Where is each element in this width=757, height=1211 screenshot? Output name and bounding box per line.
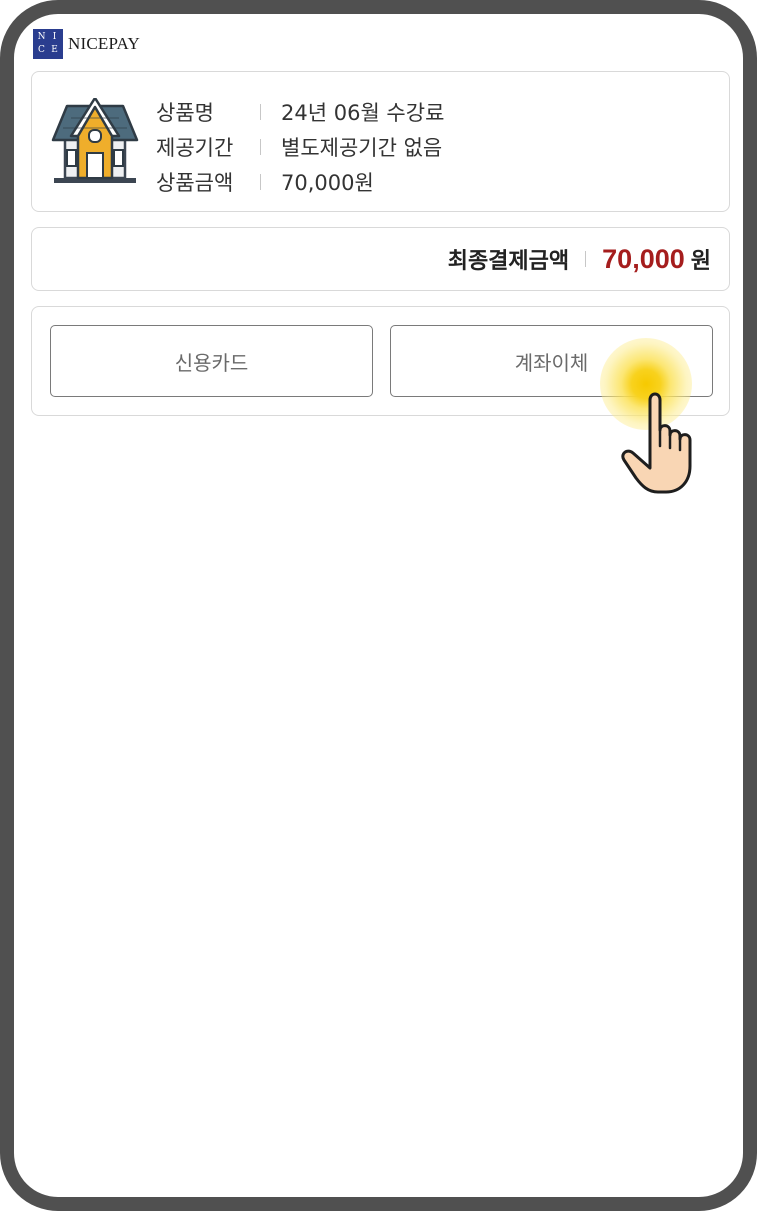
final-amount-unit: 원 <box>690 249 711 274</box>
product-price-value: 70,000원 <box>281 170 374 195</box>
divider <box>260 173 261 190</box>
divider <box>260 138 261 155</box>
brand-name: NICEPAY <box>68 34 140 53</box>
divider <box>585 251 587 267</box>
product-price-row: 상품금액 70,000원 <box>156 164 444 199</box>
divider <box>260 103 261 120</box>
service-period-value: 별도제공기간 없음 <box>281 135 443 160</box>
nicepay-logo-icon: N I C E <box>33 29 63 59</box>
product-name-row: 상품명 24년 06월 수강료 <box>156 94 444 129</box>
credit-card-button[interactable]: 신용카드 <box>50 325 373 397</box>
service-period-row: 제공기간 별도제공기간 없음 <box>156 129 444 164</box>
house-icon <box>51 98 139 183</box>
final-amount-value: 70,000 <box>602 243 685 274</box>
product-name-value: 24년 06월 수강료 <box>281 100 445 125</box>
payment-screen: N I C E NICEPAY 상품명 24년 06월 수강료 제공기간 별도제… <box>14 14 743 1197</box>
service-period-label: 제공기간 <box>156 135 234 160</box>
final-amount-label: 최종결제금액 <box>447 249 570 274</box>
hand-pointer-icon <box>621 392 692 494</box>
logo-letter: N <box>37 32 46 42</box>
product-price-label: 상품금액 <box>156 170 234 195</box>
logo-letter: C <box>38 45 45 55</box>
logo-letter: I <box>52 32 57 42</box>
phone-frame: N I C E NICEPAY 상품명 24년 06월 수강료 제공기간 별도제… <box>0 0 757 1211</box>
product-info-card: 상품명 24년 06월 수강료 제공기간 별도제공기간 없음 상품금액 70,0… <box>31 71 730 212</box>
final-amount-card: 최종결제금액 70,000 원 <box>31 227 730 291</box>
final-amount-row: 최종결제금액 70,000 원 <box>448 228 711 290</box>
product-name-label: 상품명 <box>156 100 214 125</box>
logo-letter: E <box>51 45 58 55</box>
product-info-rows: 상품명 24년 06월 수강료 제공기간 별도제공기간 없음 상품금액 70,0… <box>156 94 444 199</box>
brand-header: N I C E NICEPAY <box>33 29 140 59</box>
